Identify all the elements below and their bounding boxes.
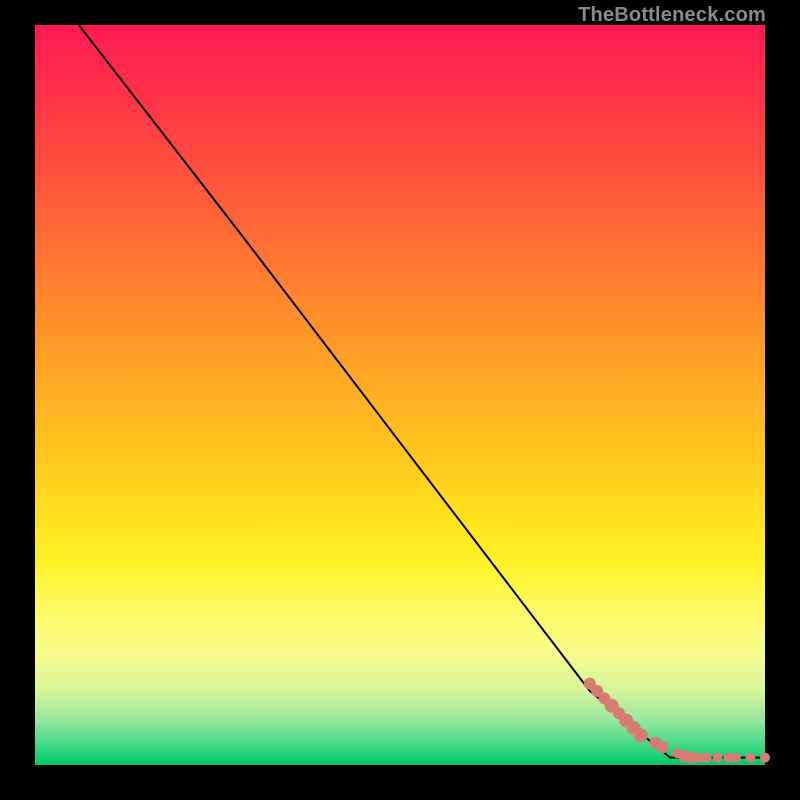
scatter-dot (634, 728, 648, 742)
scatter-dot (702, 753, 712, 763)
scatter-dot (760, 753, 770, 763)
chart-overlay (35, 25, 765, 765)
watermark-text: TheBottleneck.com (578, 4, 766, 27)
scatter-dot (745, 753, 755, 763)
scatter-dot (731, 753, 741, 763)
main-curve (79, 25, 765, 758)
plot-area (35, 25, 765, 765)
scatter-points (584, 678, 770, 764)
scatter-dot (713, 753, 723, 763)
scatter-dot (657, 741, 669, 753)
chart-frame: TheBottleneck.com (0, 0, 800, 800)
